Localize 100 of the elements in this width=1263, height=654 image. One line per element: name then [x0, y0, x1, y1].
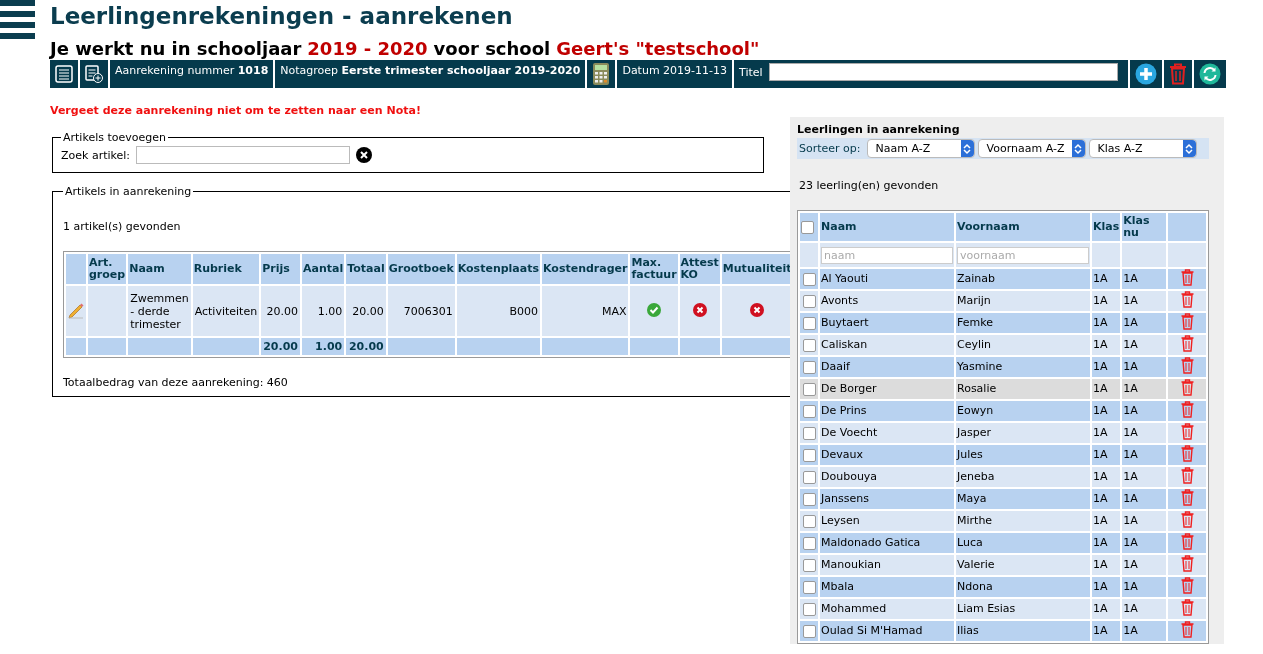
trash-icon[interactable] — [1180, 555, 1194, 572]
column-header: Grootboek — [387, 254, 455, 284]
list-icon — [55, 65, 73, 83]
checkbox[interactable] — [802, 338, 816, 352]
trash-icon[interactable] — [1180, 269, 1194, 286]
checkbox[interactable] — [802, 382, 816, 396]
table-cell: 1A — [1092, 489, 1121, 509]
table-cell: 1A — [1122, 599, 1167, 619]
trash-icon[interactable] — [1180, 621, 1194, 638]
clear-icon[interactable] — [356, 147, 373, 163]
table-cell: 1A — [1122, 533, 1167, 553]
table-cell: Ilias — [956, 621, 1090, 641]
table-cell: 1A — [1092, 533, 1121, 553]
table-cell: Zainab — [956, 269, 1090, 289]
table-cell: 1A — [1092, 291, 1121, 311]
checkbox[interactable] — [802, 470, 816, 484]
table-cell: 1A — [1122, 511, 1167, 531]
trash-icon[interactable] — [1180, 313, 1194, 330]
trash-icon[interactable] — [1180, 379, 1194, 396]
table-cell: Luca — [956, 533, 1090, 553]
checkbox[interactable] — [802, 580, 816, 594]
checkbox[interactable] — [802, 492, 816, 506]
warning-message: Vergeet deze aanrekening niet om te zetten naar een Nota! — [50, 104, 422, 117]
checkbox[interactable] — [802, 426, 816, 440]
sort-select[interactable]: Klas A-Z — [1088, 139, 1197, 158]
table-cell: 1A — [1122, 269, 1167, 289]
table-cell: 1A — [1122, 401, 1167, 421]
menu-icon[interactable] — [0, 0, 35, 40]
trash-icon[interactable] — [1180, 423, 1194, 440]
context-text: Je werkt nu in schooljaar — [50, 38, 302, 60]
trash-icon[interactable] — [1180, 489, 1194, 506]
column-header: Voornaam — [956, 213, 1090, 241]
checkbox[interactable] — [802, 602, 816, 616]
table-cell: 1A — [1122, 445, 1167, 465]
add-button[interactable] — [1130, 60, 1162, 88]
sort-select[interactable]: Naam A-Z — [866, 139, 975, 158]
trash-icon[interactable] — [1180, 533, 1194, 550]
table-cell: 1A — [1092, 335, 1121, 355]
column-header: Mutualiteit — [721, 254, 793, 284]
context-text: voor school — [433, 38, 551, 60]
table-cell: Liam Esias — [956, 599, 1090, 619]
fieldset-legend: Artikels in aanrekening — [63, 185, 194, 198]
table-cell: 20.00 — [261, 286, 300, 336]
trash-icon[interactable] — [1180, 401, 1194, 418]
filter-field[interactable]: voornaam — [957, 246, 1089, 264]
trash-icon[interactable] — [1180, 357, 1194, 374]
checkbox[interactable] — [802, 536, 816, 550]
list-button[interactable] — [50, 60, 78, 88]
trash-icon[interactable] — [1180, 599, 1194, 616]
table-cell: Yasmine — [956, 357, 1090, 377]
total-cell: 1.00 — [302, 338, 345, 355]
search-field[interactable] — [136, 146, 351, 164]
sort-select[interactable]: Voornaam A-Z — [977, 139, 1086, 158]
checkbox[interactable] — [802, 448, 816, 462]
updown-icon — [1185, 142, 1194, 155]
table-cell: Al Yaouti — [820, 269, 954, 289]
calculator-button[interactable] — [587, 60, 616, 88]
table-cell: Eowyn — [956, 401, 1090, 421]
column-header: Naam — [128, 254, 191, 284]
title-field[interactable] — [768, 63, 1118, 81]
checkbox[interactable] — [802, 624, 816, 638]
trash-icon[interactable] — [1180, 335, 1194, 352]
table-cell: Marijn — [956, 291, 1090, 311]
table-cell: 1A — [1092, 357, 1121, 377]
trash-icon[interactable] — [1180, 291, 1194, 308]
checkbox[interactable] — [802, 558, 816, 572]
table-cell: 1A — [1122, 555, 1167, 575]
table-cell: Daaif — [820, 357, 954, 377]
checkbox[interactable] — [802, 272, 816, 286]
table-cell: Janssens — [820, 489, 954, 509]
checkbox[interactable] — [802, 360, 816, 374]
checkbox[interactable] — [802, 514, 816, 528]
table-cell: 1.00 — [302, 286, 345, 336]
refresh-button[interactable] — [1194, 60, 1226, 88]
checkbox[interactable] — [802, 404, 816, 418]
updown-icon — [963, 142, 972, 155]
table-cell: Doubouya — [820, 467, 954, 487]
filter-field[interactable]: naam — [821, 246, 953, 264]
table-cell: 1A — [1092, 445, 1121, 465]
table-cell: 1A — [1092, 577, 1121, 597]
table-cell: Devaux — [820, 445, 954, 465]
trash-icon[interactable] — [1180, 511, 1194, 528]
student-count: 23 leerling(en) gevonden — [798, 179, 940, 192]
table-cell: Ndona — [956, 577, 1090, 597]
table-cell: 1A — [1122, 357, 1167, 377]
table-cell: 1A — [1122, 621, 1167, 641]
document-plus-icon — [85, 65, 103, 83]
trash-icon[interactable] — [1180, 445, 1194, 462]
checkbox[interactable] — [801, 220, 814, 234]
table-cell: 1A — [1092, 269, 1121, 289]
trash-icon[interactable] — [1180, 467, 1194, 484]
column-header: Klas — [1092, 213, 1121, 241]
checkbox[interactable] — [802, 294, 816, 308]
updown-icon — [1074, 142, 1083, 155]
table-cell: De Prins — [820, 401, 954, 421]
table-cell: Jasper — [956, 423, 1090, 443]
total-amount: Totaalbedrag van deze aanrekening: 460 — [63, 376, 289, 389]
add-list-button[interactable] — [80, 60, 108, 88]
checkbox[interactable] — [802, 316, 816, 330]
trash-icon[interactable] — [1180, 577, 1194, 594]
